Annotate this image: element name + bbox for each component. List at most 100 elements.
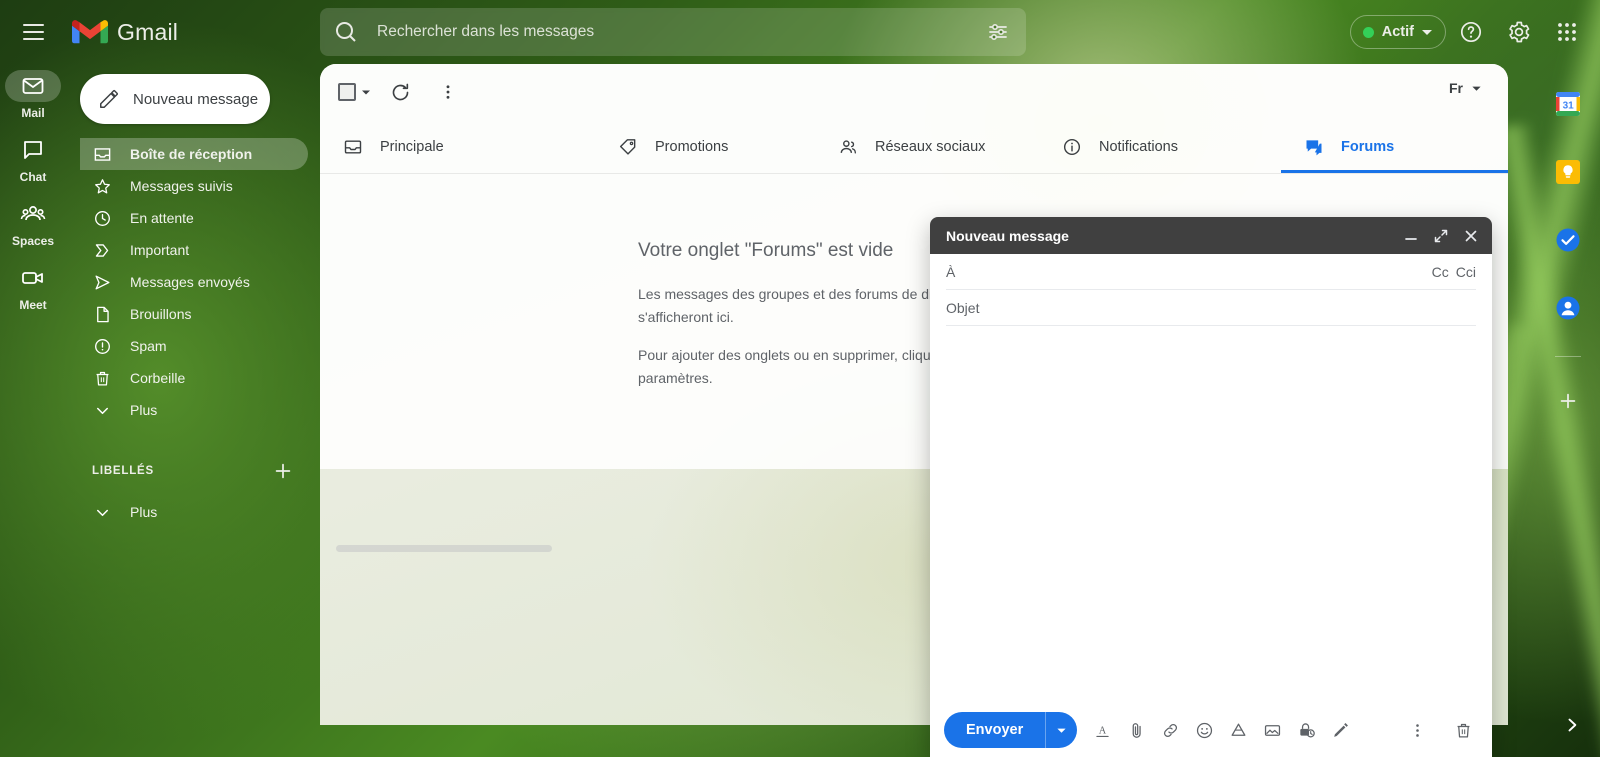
compose-toolbar: Envoyer A: [930, 703, 1492, 757]
trash-icon: [92, 368, 112, 388]
compose-subject-placeholder: Objet: [946, 299, 980, 316]
rail-item-chat[interactable]: Chat: [0, 134, 66, 184]
mail-icon: [5, 70, 61, 102]
mail-toolbar: Fr: [320, 64, 1508, 120]
sidebar-item-label: En attente: [130, 210, 194, 226]
sidebar-item-more[interactable]: Plus: [80, 394, 308, 426]
star-icon: [92, 176, 112, 196]
more-options-icon[interactable]: [1400, 713, 1434, 747]
sidebar-item-spam[interactable]: Spam: [80, 330, 308, 362]
gear-icon[interactable]: [1496, 9, 1542, 55]
spam-icon: [92, 336, 112, 356]
sidebar-item-label: Important: [130, 242, 190, 258]
google-contacts-icon[interactable]: [1546, 286, 1590, 330]
send-button-group[interactable]: Envoyer: [944, 712, 1078, 748]
side-panel-expand-chevron-right-icon[interactable]: [1558, 711, 1586, 739]
mail-sidebar: Nouveau message Boîte de réception Messa…: [66, 64, 320, 757]
labels-section-header: LIBELLÉS: [92, 460, 294, 482]
discard-draft-icon[interactable]: [1446, 713, 1480, 747]
forum-icon: [1303, 136, 1325, 158]
caret-down-icon: [1472, 86, 1481, 91]
attach-icon[interactable]: [1119, 713, 1153, 747]
labels-more-label: Plus: [130, 504, 158, 520]
sidebar-item-important[interactable]: Important: [80, 234, 308, 266]
sidebar-item-trash[interactable]: Corbeille: [80, 362, 308, 394]
google-keep-icon[interactable]: [1546, 150, 1590, 194]
google-tasks-icon[interactable]: [1546, 218, 1590, 262]
drive-icon[interactable]: [1221, 713, 1255, 747]
tab-promotions[interactable]: Promotions: [595, 120, 815, 173]
more-options-button[interactable]: [428, 72, 468, 112]
search-options-icon[interactable]: [986, 20, 1010, 44]
search-icon[interactable]: [334, 20, 358, 44]
info-icon: [1061, 136, 1083, 158]
chevron-down-icon: [1422, 29, 1432, 35]
google-apps-grid-icon[interactable]: [1544, 9, 1590, 55]
sidebar-item-snoozed[interactable]: En attente: [80, 202, 308, 234]
compose-subject-row[interactable]: Objet: [946, 290, 1476, 326]
compose-to-placeholder: À: [946, 263, 956, 280]
input-tools-selector[interactable]: Fr: [1449, 80, 1482, 96]
signature-icon[interactable]: [1323, 713, 1357, 747]
refresh-button[interactable]: [380, 72, 420, 112]
labels-title: LIBELLÉS: [92, 465, 154, 477]
sidebar-item-starred[interactable]: Messages suivis: [80, 170, 308, 202]
more-vertical-icon: [446, 85, 450, 99]
tab-principale[interactable]: Principale: [320, 120, 595, 173]
compose-button[interactable]: Nouveau message: [80, 74, 270, 124]
rail-item-label: Meet: [19, 298, 47, 312]
tab-forums[interactable]: Forums: [1281, 120, 1508, 173]
search-bar[interactable]: [320, 8, 1026, 56]
confidential-mode-icon[interactable]: [1289, 713, 1323, 747]
labels-list: Plus: [66, 496, 320, 528]
insert-photo-icon[interactable]: [1255, 713, 1289, 747]
google-calendar-icon[interactable]: 31: [1546, 82, 1590, 126]
header-actions: Actif: [1349, 0, 1590, 64]
compose-right-actions: [1400, 713, 1480, 747]
tab-notifications[interactable]: Notifications: [1039, 120, 1281, 173]
tab-label: Principale: [380, 138, 444, 155]
sidebar-item-label: Corbeille: [130, 370, 186, 386]
emoji-icon[interactable]: [1187, 713, 1221, 747]
status-badge[interactable]: Actif: [1349, 15, 1446, 49]
formatting-icon[interactable]: A: [1085, 713, 1119, 747]
labels-more-item[interactable]: Plus: [80, 496, 308, 528]
link-icon[interactable]: [1153, 713, 1187, 747]
side-panel-add-icon[interactable]: [1546, 379, 1590, 423]
cc-link[interactable]: Cc: [1432, 264, 1449, 280]
sidebar-item-label: Plus: [130, 402, 158, 418]
cc-bcc-links: Cc Cci: [1432, 264, 1476, 280]
sidebar-item-sent[interactable]: Messages envoyés: [80, 266, 308, 298]
gmail-brand[interactable]: Gmail: [72, 18, 178, 46]
help-icon[interactable]: [1448, 9, 1494, 55]
send-icon: [92, 272, 112, 292]
search-input[interactable]: [377, 23, 986, 41]
plus-icon[interactable]: [272, 460, 294, 482]
important-icon: [92, 240, 112, 260]
send-options-caret-icon[interactable]: [1045, 712, 1077, 748]
compose-body-input[interactable]: [930, 326, 1492, 703]
hamburger-menu-icon[interactable]: [9, 8, 57, 56]
tab-label: Notifications: [1099, 138, 1178, 155]
compose-to-row[interactable]: À Cc Cci: [946, 254, 1476, 290]
compose-format-tools: A: [1085, 713, 1357, 747]
expand-icon[interactable]: [1426, 221, 1456, 251]
select-all-checkbox[interactable]: [338, 83, 372, 101]
rail-item-mail[interactable]: Mail: [0, 70, 66, 120]
rail-item-spaces[interactable]: Spaces: [0, 198, 66, 248]
bcc-link[interactable]: Cci: [1456, 264, 1476, 280]
compose-title-bar[interactable]: Nouveau message: [930, 217, 1492, 254]
chevron-down-icon: [92, 400, 112, 420]
pencil-icon: [100, 90, 118, 108]
send-button[interactable]: Envoyer: [944, 712, 1045, 748]
sidebar-item-drafts[interactable]: Brouillons: [80, 298, 308, 330]
top-header: Gmail Actif: [0, 0, 1600, 64]
rail-item-meet[interactable]: Meet: [0, 262, 66, 312]
caret-down-icon: [362, 90, 370, 95]
calendar-day-number: 31: [1563, 101, 1575, 112]
sidebar-item-inbox[interactable]: Boîte de réception: [80, 138, 308, 170]
close-icon[interactable]: [1456, 221, 1486, 251]
minimize-icon[interactable]: [1396, 221, 1426, 251]
tab-reseaux-sociaux[interactable]: Réseaux sociaux: [815, 120, 1039, 173]
tag-icon: [617, 136, 639, 158]
